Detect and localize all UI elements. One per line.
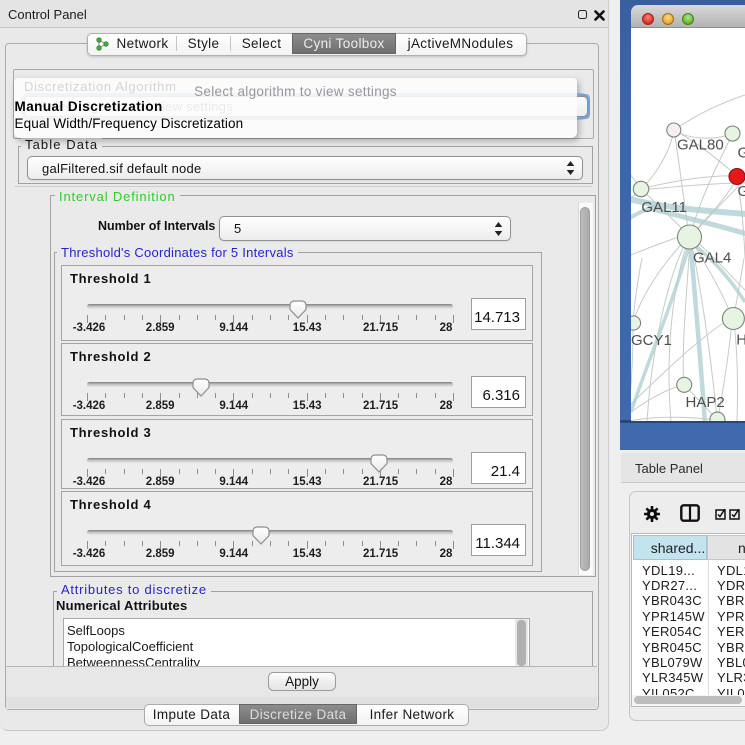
svg-text:GAL11: GAL11	[641, 199, 687, 216]
svg-text:H: H	[736, 332, 745, 349]
svg-text:GAL4: GAL4	[693, 250, 731, 267]
svg-text:GAL80: GAL80	[677, 137, 724, 154]
svg-text:GA: GA	[738, 145, 745, 162]
svg-text:G: G	[738, 183, 745, 200]
svg-text:HAP2: HAP2	[686, 394, 725, 411]
svg-text:GCY1: GCY1	[631, 332, 672, 349]
